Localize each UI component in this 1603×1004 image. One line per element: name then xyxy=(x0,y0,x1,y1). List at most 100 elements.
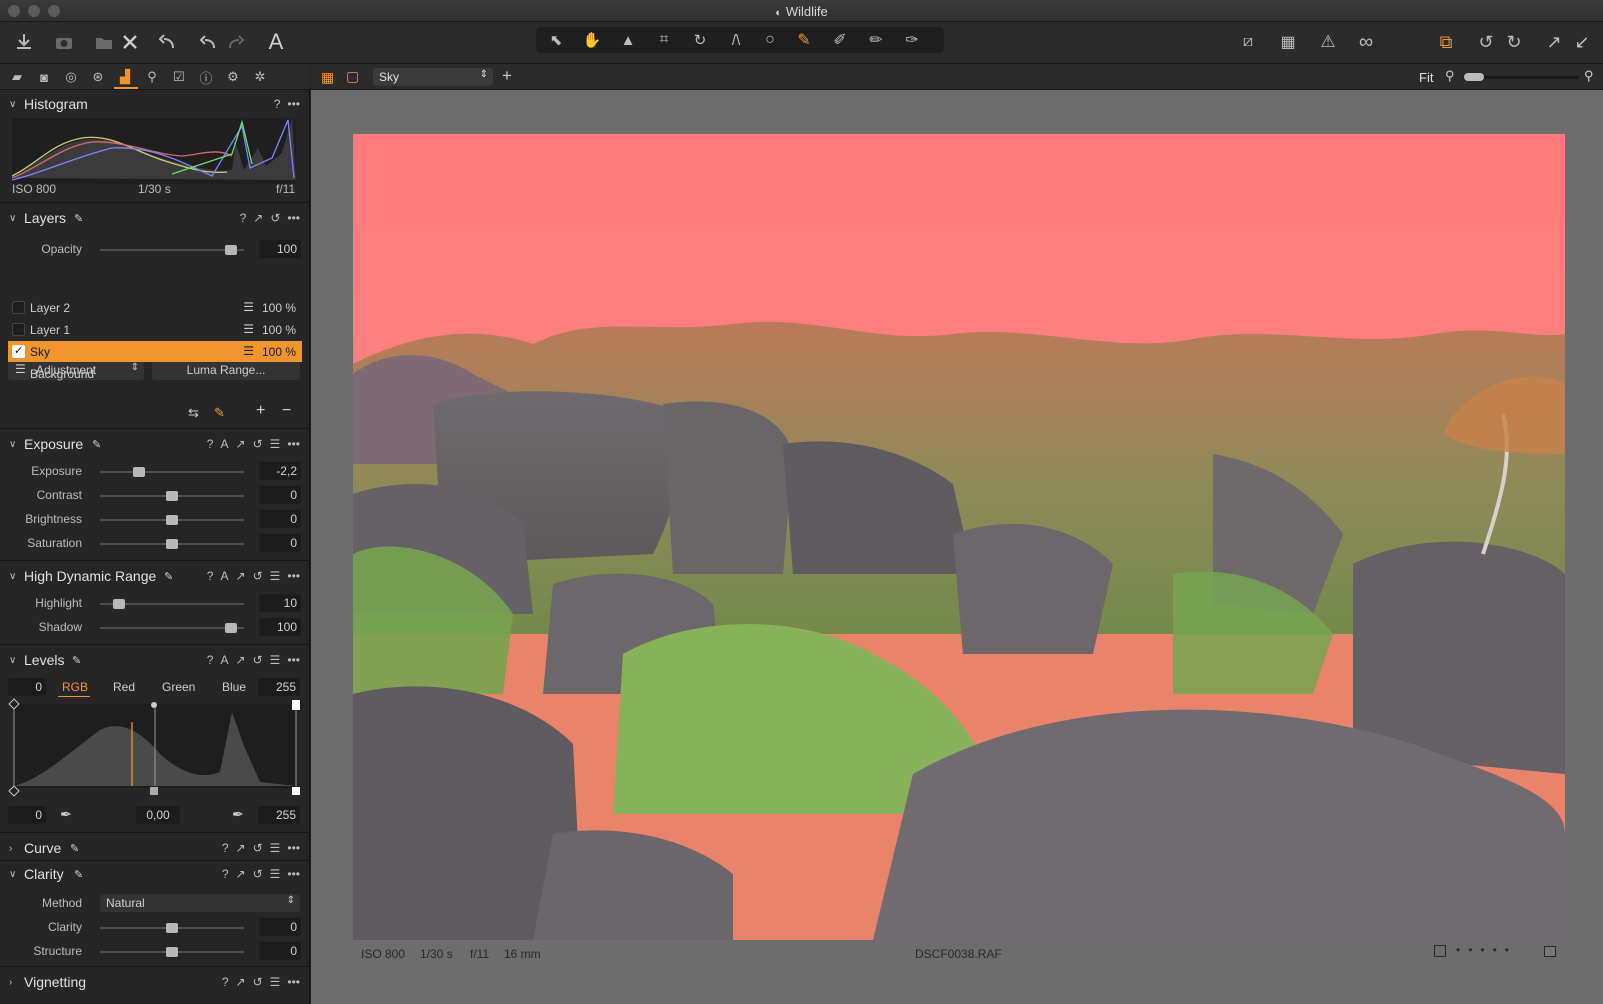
layer-row-sky[interactable]: ✓ Sky ☰ 100 % xyxy=(8,341,302,362)
copy-apply-icon[interactable]: ⧉ xyxy=(1432,28,1460,56)
camera-icon[interactable] xyxy=(50,28,78,56)
adjustments-tab-icon[interactable]: ☑ xyxy=(170,68,188,86)
highlight-slider-knob[interactable] xyxy=(113,599,126,609)
layers-header[interactable]: ∨ Layers ✎ ? ↗ ↺ ••• xyxy=(0,206,310,230)
help-icon[interactable]: ? xyxy=(222,867,229,881)
rating-stars[interactable]: ••••• xyxy=(1456,943,1517,957)
capture-tab-icon[interactable]: ◙ xyxy=(35,68,53,86)
zoom-in-icon[interactable]: ⚲ xyxy=(1584,68,1594,84)
copy-icon[interactable]: ↗ xyxy=(236,867,246,881)
reset-icon[interactable] xyxy=(154,28,182,56)
help-icon[interactable]: ? xyxy=(207,653,214,667)
more-icon[interactable]: ••• xyxy=(287,975,300,989)
reset-icon[interactable]: ↺ xyxy=(253,653,263,667)
layer-visibility-checkbox[interactable] xyxy=(12,301,25,314)
white-point-picker-icon[interactable]: ✒ xyxy=(232,806,244,823)
pan-hand-icon[interactable]: ✋ xyxy=(578,26,606,54)
redo-icon[interactable] xyxy=(222,28,250,56)
more-icon[interactable]: ••• xyxy=(287,569,300,583)
copy-icon[interactable]: ↗ xyxy=(236,975,246,989)
add-layer-icon[interactable]: + xyxy=(256,402,265,420)
levels-tab-red[interactable]: Red xyxy=(113,680,135,694)
copy-icon[interactable]: ↗ xyxy=(236,569,246,583)
presets-icon[interactable]: ☰ xyxy=(270,437,281,451)
edit-brush-icon[interactable]: ✎ xyxy=(74,212,83,225)
rotate-left-icon[interactable]: ↺ xyxy=(1472,28,1500,56)
reset-icon[interactable]: ↺ xyxy=(253,867,263,881)
layer-row-layer2[interactable]: Layer 2 ☰ 100 % xyxy=(8,297,302,318)
levels-mid-handle-top[interactable] xyxy=(151,702,157,708)
before-after-icon[interactable]: ⧄ xyxy=(1234,28,1262,56)
levels-output-low[interactable]: 0 xyxy=(8,806,46,824)
saturation-value[interactable]: 0 xyxy=(259,534,301,552)
brush-icon[interactable]: ✎ xyxy=(790,26,818,54)
levels-header[interactable]: ∨ Levels ✎ ? A ↗ ↺ ☰ ••• xyxy=(0,648,310,672)
levels-mid-value[interactable]: 0,00 xyxy=(136,806,180,824)
levels-input-high[interactable]: 255 xyxy=(258,678,300,696)
rotate-right-icon[interactable]: ↻ xyxy=(1500,28,1528,56)
more-icon[interactable]: ••• xyxy=(287,437,300,451)
rotate-icon[interactable]: ↻ xyxy=(686,26,714,54)
levels-output-high[interactable]: 255 xyxy=(258,806,300,824)
saturation-slider-knob[interactable] xyxy=(166,539,178,549)
exposure-warning-icon[interactable]: ⚠ xyxy=(1314,28,1342,56)
proof-glasses-icon[interactable]: ∞ xyxy=(1352,28,1380,56)
curve-header[interactable]: › Curve ✎ ? ↗ ↺ ☰ ••• xyxy=(0,836,310,860)
auto-icon[interactable]: A xyxy=(220,653,228,667)
color-tab-icon[interactable]: ⊛ xyxy=(89,68,107,86)
presets-icon[interactable]: ☰ xyxy=(270,975,281,989)
hdr-header[interactable]: ∨ High Dynamic Range ✎ ? A ↗ ↺ ☰ ••• xyxy=(0,564,310,588)
select-checkbox[interactable] xyxy=(1434,945,1446,957)
clarity-slider-knob[interactable] xyxy=(166,923,178,933)
clarity-header[interactable]: ∨ Clarity ✎ ? ↗ ↺ ☰ ••• xyxy=(0,862,310,886)
vignetting-header[interactable]: › Vignetting ? ↗ ↺ ☰ ••• xyxy=(0,970,310,994)
edit-brush-icon[interactable]: ✎ xyxy=(92,438,101,451)
variant-select[interactable]: Sky ⇕ xyxy=(373,68,493,86)
more-icon[interactable]: ••• xyxy=(287,211,300,225)
help-icon[interactable]: ? xyxy=(207,437,214,451)
keystone-icon[interactable]: /\ xyxy=(722,26,750,54)
edit-brush-icon[interactable]: ✎ xyxy=(70,842,79,855)
levels-tab-blue[interactable]: Blue xyxy=(222,680,246,694)
levels-tab-rgb[interactable]: RGB xyxy=(62,680,88,694)
help-icon[interactable]: ? xyxy=(222,841,229,855)
edit-brush-icon[interactable]: ✎ xyxy=(72,654,81,667)
exposure-slider-knob[interactable] xyxy=(133,467,145,477)
layer-row-background[interactable]: Background xyxy=(8,363,302,384)
edit-brush-icon[interactable]: ✎ xyxy=(164,570,173,583)
metadata-tab-icon[interactable]: ⓘ xyxy=(197,68,215,86)
contrast-value[interactable]: 0 xyxy=(259,486,301,504)
shadow-slider-knob[interactable] xyxy=(225,623,238,633)
brightness-value[interactable]: 0 xyxy=(259,510,301,528)
reset-icon[interactable]: ↺ xyxy=(253,569,263,583)
move-to-folder-icon[interactable] xyxy=(90,28,118,56)
layer-row-layer1[interactable]: Layer 1 ☰ 100 % xyxy=(8,319,302,340)
auto-adjust-icon[interactable]: A xyxy=(262,28,290,56)
crop-icon[interactable]: ⌗ xyxy=(650,26,678,54)
levels-output-mid-handle[interactable] xyxy=(150,787,158,795)
opacity-slider[interactable] xyxy=(100,249,244,251)
brightness-slider-knob[interactable] xyxy=(166,515,178,525)
copy-icon[interactable]: ↗ xyxy=(236,653,246,667)
undo-icon[interactable] xyxy=(194,28,222,56)
more-icon[interactable]: ••• xyxy=(287,841,300,855)
eraser-icon[interactable]: ✏ xyxy=(862,26,890,54)
presets-icon[interactable]: ☰ xyxy=(270,841,281,855)
single-view-icon[interactable]: ▢ xyxy=(346,68,359,85)
presets-icon[interactable]: ☰ xyxy=(270,569,281,583)
reset-icon[interactable]: ↺ xyxy=(270,211,280,225)
auto-icon[interactable]: A xyxy=(220,437,228,451)
spot-removal-icon[interactable]: ○ xyxy=(756,26,784,54)
copy-icon[interactable]: ↗ xyxy=(236,437,246,451)
lens-tab-icon[interactable]: ◎ xyxy=(62,68,80,86)
more-icon[interactable]: ••• xyxy=(287,97,300,111)
swap-icon[interactable]: ⇆ xyxy=(188,405,199,421)
layer-visibility-checkbox[interactable]: ✓ xyxy=(12,345,25,358)
reset-icon[interactable]: ↺ xyxy=(253,975,263,989)
zoom-slider-knob[interactable] xyxy=(1464,73,1484,81)
presets-icon[interactable]: ☰ xyxy=(270,867,281,881)
help-icon[interactable]: ? xyxy=(274,97,281,111)
collapse-icon[interactable]: ↙ xyxy=(1568,28,1596,56)
levels-tab-green[interactable]: Green xyxy=(162,680,195,694)
draw-mask-icon[interactable]: ✎ xyxy=(214,405,225,421)
